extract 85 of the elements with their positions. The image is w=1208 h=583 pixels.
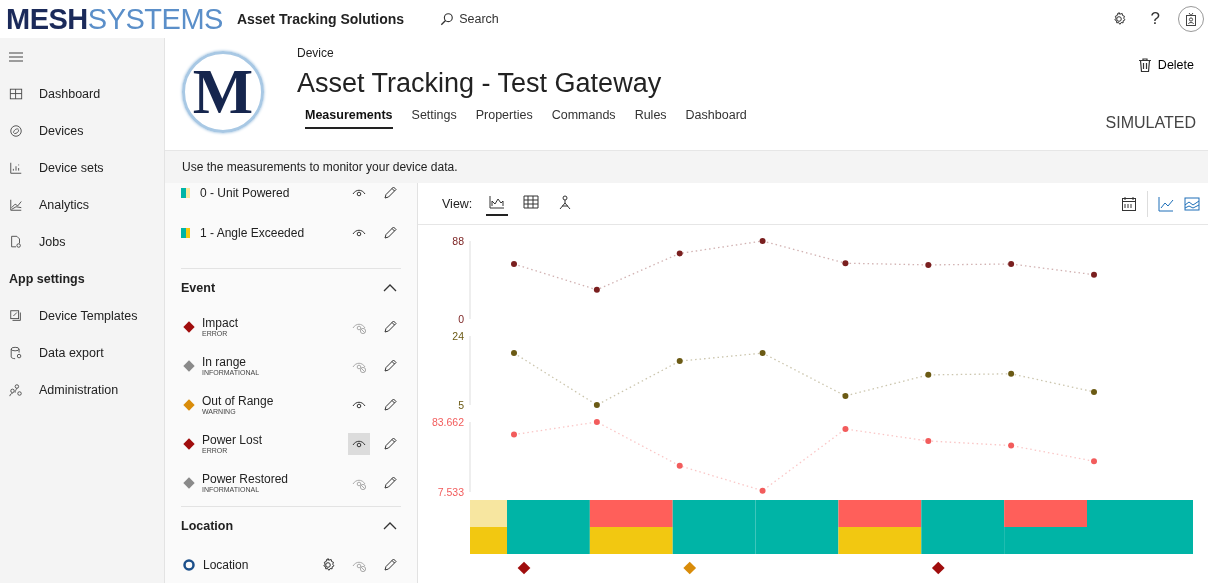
help-icon[interactable]: ? [1150, 9, 1160, 29]
data-point [1091, 271, 1097, 278]
data-point [1008, 261, 1015, 268]
event-name: In range [202, 355, 248, 369]
sidebar-item[interactable]: Data export [0, 334, 164, 371]
data-point [842, 426, 849, 433]
chevron-up-icon[interactable] [383, 283, 397, 293]
document-icon [9, 234, 23, 249]
data-point [676, 462, 683, 469]
measurement-label: 1 - Angle Exceeded [200, 226, 306, 240]
data-point [593, 402, 600, 408]
data-point [842, 392, 849, 399]
info-text: Use the measurements to monitor your device data. [165, 150, 1208, 183]
axis-label: 5 [458, 399, 464, 411]
eye-icon[interactable] [348, 432, 370, 455]
image-chart-icon[interactable] [1184, 195, 1200, 212]
sidebar-item[interactable]: Dashboard [0, 75, 164, 112]
event-marker-icon[interactable] [517, 561, 531, 575]
sidebar-item[interactable]: Administration [0, 371, 164, 408]
tab[interactable]: Commands [551, 108, 616, 129]
event-marker-icon[interactable] [931, 561, 945, 575]
device-logo: M [182, 51, 264, 133]
data-point [925, 438, 932, 444]
status-label: SIMULATED [1105, 114, 1196, 132]
tab[interactable]: Settings [411, 108, 457, 129]
event-name: Impact [202, 316, 239, 330]
data-point [1008, 442, 1015, 449]
data-point [1091, 458, 1097, 465]
event-name: Power Restored [202, 472, 290, 486]
chevron-up-icon[interactable] [383, 521, 397, 531]
section-title: Event [181, 281, 216, 295]
line-chart-icon [9, 197, 23, 212]
data-point [511, 350, 517, 357]
data-point [593, 419, 600, 425]
data-point [1008, 370, 1015, 377]
calendar-icon[interactable] [1121, 195, 1137, 212]
axis-label: 83.662 [431, 416, 464, 428]
ring-icon [183, 558, 195, 571]
data-point [593, 286, 600, 293]
sidebar-item[interactable]: Analytics [0, 186, 164, 223]
brand-logo: MESHSYSTEMS [6, 2, 223, 36]
app-name: Asset Tracking Solutions [236, 11, 405, 27]
data-point [925, 371, 932, 378]
data-point [1091, 388, 1097, 395]
data-point [676, 358, 683, 365]
tab[interactable]: Properties [475, 108, 533, 129]
search-field[interactable]: Search [459, 12, 520, 26]
data-point [511, 431, 517, 438]
event-name: Power Lost [202, 433, 264, 447]
sidebar-section-title: App settings [8, 270, 86, 288]
data-point [759, 238, 766, 244]
data-point [759, 487, 766, 494]
page-caption: Device [297, 46, 335, 60]
axis-label: 0 [458, 313, 464, 325]
bar-chart-icon [9, 160, 23, 175]
event-marker-icon[interactable] [683, 561, 697, 575]
sidebar-item[interactable]: Devices [0, 112, 164, 149]
swirl-icon [9, 123, 23, 138]
trash-icon [1138, 58, 1151, 72]
measurement-label: 0 - Unit Powered [200, 186, 291, 200]
delete-button[interactable]: Delete [1136, 56, 1196, 74]
event-name: Out of Range [202, 394, 275, 408]
line-chart-icon[interactable] [1158, 195, 1174, 212]
database-icon [9, 345, 23, 360]
data-point [676, 250, 683, 257]
data-point [925, 261, 932, 268]
section-title: Location [181, 519, 234, 533]
axis-label: 88 [452, 235, 464, 247]
view-label: View: [442, 196, 473, 211]
template-icon [9, 308, 23, 323]
tab[interactable]: Dashboard [685, 108, 747, 129]
axis-label: 24 [452, 330, 464, 342]
data-point [759, 350, 766, 357]
measurement-label: Location [203, 557, 250, 572]
tab[interactable]: Rules [634, 108, 667, 129]
search-icon[interactable] [440, 12, 455, 26]
data-point [842, 260, 849, 267]
device-title: Asset Tracking - Test Gateway [297, 68, 663, 99]
dashboard-icon [9, 86, 23, 101]
axis-label: 7.533 [437, 486, 464, 498]
sidebar-item[interactable]: Jobs [0, 223, 164, 260]
data-point [511, 261, 517, 268]
tab[interactable]: Measurements [305, 108, 393, 129]
sidebar-item[interactable]: Device Templates [0, 297, 164, 334]
sidebar-item[interactable]: Device sets [0, 149, 164, 186]
